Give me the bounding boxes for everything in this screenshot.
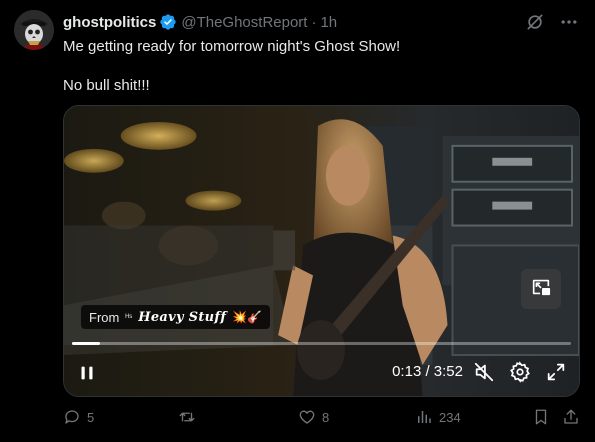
settings-button[interactable] bbox=[509, 361, 531, 383]
heart-icon bbox=[298, 408, 316, 426]
avatar-image bbox=[14, 10, 54, 50]
video-source-badge[interactable]: From ᴴˢ Heavy Stuff 💥🎸 bbox=[81, 305, 271, 329]
like-count: 8 bbox=[322, 409, 330, 425]
gear-icon bbox=[509, 361, 531, 383]
post-header: ghostpolitics @TheGhostReport · 1h bbox=[63, 12, 337, 32]
post-top-actions bbox=[525, 12, 579, 32]
post-text-line: Me getting ready for tomorrow night's Gh… bbox=[63, 38, 401, 55]
views-count: 234 bbox=[439, 409, 461, 425]
mute-button[interactable] bbox=[473, 361, 495, 383]
fullscreen-icon bbox=[545, 361, 567, 383]
video-progress-fill bbox=[72, 342, 100, 345]
views-chart-icon bbox=[415, 408, 433, 426]
post-text: Me getting ready for tomorrow night's Gh… bbox=[63, 37, 400, 96]
from-label: From bbox=[89, 309, 120, 325]
bookmark-icon bbox=[532, 408, 550, 426]
author-handle[interactable]: @TheGhostReport bbox=[181, 14, 307, 31]
picture-in-picture-icon bbox=[530, 276, 552, 303]
separator-dot: · bbox=[311, 13, 317, 31]
share-button[interactable] bbox=[562, 408, 580, 426]
views-button[interactable]: 234 bbox=[415, 408, 461, 426]
source-logo-mark: ᴴˢ bbox=[125, 312, 133, 322]
repost-icon bbox=[178, 408, 196, 426]
post-timestamp[interactable]: 1h bbox=[320, 14, 337, 31]
source-name: Heavy Stuff bbox=[138, 309, 227, 325]
video-controls: 0:13 / 3:52 bbox=[64, 350, 579, 396]
grok-icon[interactable] bbox=[525, 12, 545, 32]
post: ghostpolitics @TheGhostReport · 1h Me ge… bbox=[0, 0, 595, 442]
more-icon[interactable] bbox=[559, 12, 579, 32]
muted-speaker-icon bbox=[473, 361, 495, 383]
like-button[interactable]: 8 bbox=[298, 408, 329, 426]
pause-icon bbox=[76, 362, 98, 384]
video-timecode: 0:13 / 3:52 bbox=[392, 363, 463, 380]
post-action-bar: 5 8 234 bbox=[63, 408, 583, 430]
share-icon bbox=[562, 408, 580, 426]
video-progress-bar[interactable] bbox=[72, 342, 571, 345]
pause-button[interactable] bbox=[76, 362, 98, 384]
post-text-line: No bull shit!!! bbox=[63, 77, 150, 94]
reply-icon bbox=[63, 408, 81, 426]
picture-in-picture-button[interactable] bbox=[521, 269, 561, 309]
fullscreen-button[interactable] bbox=[545, 361, 567, 383]
reply-count: 5 bbox=[87, 409, 95, 425]
source-emoji: 💥🎸 bbox=[232, 310, 263, 324]
video-player[interactable]: From ᴴˢ Heavy Stuff 💥🎸 0:13 / 3:52 bbox=[63, 105, 580, 397]
author-display-name[interactable]: ghostpolitics bbox=[63, 14, 156, 31]
reply-button[interactable]: 5 bbox=[63, 408, 94, 426]
repost-button[interactable] bbox=[178, 408, 202, 426]
verified-badge-icon bbox=[159, 13, 177, 31]
bookmark-button[interactable] bbox=[532, 408, 550, 426]
avatar[interactable] bbox=[14, 10, 54, 50]
